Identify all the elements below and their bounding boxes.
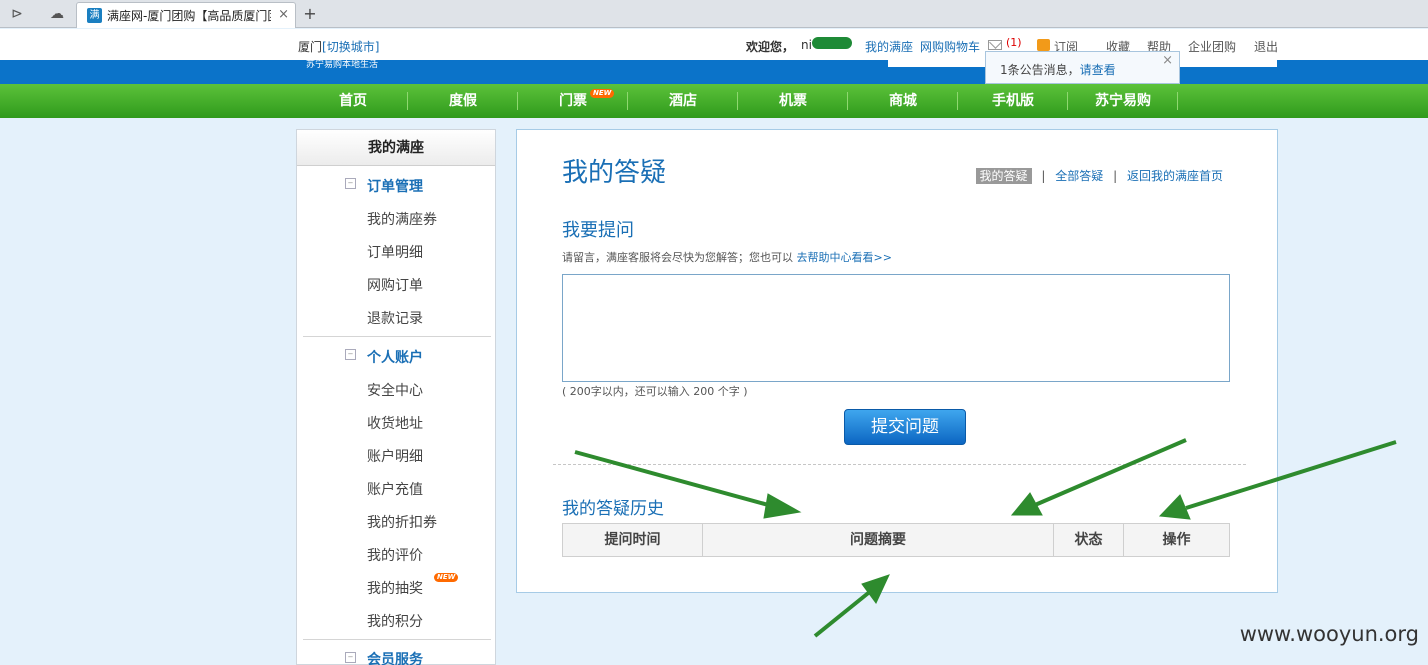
- nav-hotel[interactable]: 酒店: [628, 84, 738, 118]
- ask-section-title: 我要提问: [562, 220, 634, 241]
- char-limit-hint: ( 200字以内，还可以输入 200 个字 ): [562, 385, 748, 398]
- notice-popup: 1条公告消息，请查看 ×: [985, 51, 1180, 84]
- cloud-icon[interactable]: ☁: [46, 4, 68, 24]
- mail-icon[interactable]: [988, 40, 1002, 50]
- nav-divider: [1177, 92, 1178, 110]
- mail-count[interactable]: (1): [1006, 36, 1022, 49]
- crumb-divider: |: [1041, 169, 1046, 183]
- enterprise-link[interactable]: 企业团购: [1188, 38, 1236, 55]
- crumb-all-qa[interactable]: 全部答疑: [1055, 169, 1103, 183]
- close-tab-icon[interactable]: ×: [278, 7, 289, 23]
- current-city: 厦门[切换城市]: [298, 38, 379, 55]
- crumb-my-qa[interactable]: 我的答疑: [975, 168, 1032, 184]
- notice-view-link[interactable]: 请查看: [1080, 63, 1116, 77]
- brand-header: 苏宁易购本地生活: [0, 60, 1428, 84]
- page-title: 我的答疑: [562, 158, 667, 188]
- sidebar-item-online-orders[interactable]: 网购订单: [367, 275, 423, 295]
- sidebar-item-points[interactable]: 我的积分: [367, 611, 423, 631]
- sidebar-item-coupons[interactable]: 我的折扣券: [367, 512, 437, 532]
- collapse-icon[interactable]: −: [345, 349, 356, 360]
- history-section-title: 我的答疑历史: [562, 499, 664, 519]
- sidebar-item-recharge[interactable]: 账户充值: [367, 479, 423, 499]
- ask-description-text: 请留言，满座客服将会尽快为您解答；您也可以: [562, 251, 797, 264]
- nav-flights[interactable]: 机票: [738, 84, 848, 118]
- column-header-action: 操作: [1162, 532, 1191, 548]
- new-badge: NEW: [590, 89, 615, 98]
- sidebar-group-member[interactable]: 会员服务: [367, 649, 423, 665]
- rss-icon[interactable]: [1037, 39, 1050, 51]
- watermark: www.wooyun.org: [1239, 622, 1419, 646]
- username-redaction: [812, 37, 852, 49]
- question-input[interactable]: [562, 274, 1230, 382]
- crumb-divider: |: [1113, 169, 1118, 183]
- sidebar-item-reviews[interactable]: 我的评价: [367, 545, 423, 565]
- logout-link[interactable]: 退出: [1254, 38, 1278, 55]
- switch-city-link[interactable]: [切换城市]: [322, 40, 379, 54]
- sidebar-title: 我的满座: [297, 130, 495, 166]
- username[interactable]: ni: [801, 38, 812, 52]
- column-header-status: 状态: [1054, 524, 1124, 556]
- top-info-bar: 厦门[切换城市] 欢迎您， ni 我的满座 网购购物车 (1) 订阅 收藏 帮助…: [0, 29, 1428, 60]
- browser-tab[interactable]: 满 满座网-厦门团购【高品质厦门团购 ×: [76, 2, 296, 28]
- history-table: 提问时间 问题摘要 状态 操作: [562, 523, 1230, 557]
- account-sidebar: 我的满座 − 订单管理 我的满座券 订单明细 网购订单 退款记录 − 个人账户 …: [296, 129, 496, 665]
- tab-title: 满座网-厦门团购【高品质厦门团购: [107, 9, 271, 23]
- nav-mall[interactable]: 商城: [848, 84, 958, 118]
- sidebar-item-vouchers[interactable]: 我的满座券: [367, 209, 437, 229]
- arrow-shaft: [813, 588, 874, 638]
- welcome-text: 欢迎您，: [746, 40, 795, 54]
- sidebar-item-account-details[interactable]: 账户明细: [367, 446, 423, 466]
- sidebar-item-refunds[interactable]: 退款记录: [367, 308, 423, 328]
- column-header-time: 提问时间: [563, 524, 703, 556]
- collapse-icon[interactable]: −: [345, 652, 356, 663]
- column-header-summary: 问题摘要: [703, 524, 1054, 556]
- breadcrumb: 我的答疑 | 全部答疑 | 返回我的满座首页: [975, 167, 1223, 184]
- sidebar-item-security[interactable]: 安全中心: [367, 380, 423, 400]
- sidebar-group-orders[interactable]: 订单管理: [367, 176, 423, 196]
- notice-message: 1条公告消息，: [1000, 63, 1080, 77]
- sidebar-item-address[interactable]: 收货地址: [367, 413, 423, 433]
- sidebar-item-order-details[interactable]: 订单明细: [367, 242, 423, 262]
- city-name: 厦门: [298, 40, 323, 54]
- nav-vacation[interactable]: 度假: [408, 84, 518, 118]
- sidebar-toggle-icon[interactable]: ⊳: [6, 4, 28, 24]
- close-icon[interactable]: ×: [1162, 53, 1173, 68]
- sidebar-item-lottery[interactable]: 我的抽奖: [367, 578, 423, 598]
- new-tab-icon[interactable]: +: [300, 4, 320, 24]
- brand-subtitle: 苏宁易购本地生活: [306, 60, 379, 70]
- browser-tab-bar: ⊳ ☁ 满 满座网-厦门团购【高品质厦门团购 × +: [0, 0, 1428, 28]
- notice-text: 1条公告消息，请查看: [1000, 61, 1116, 78]
- help-center-link[interactable]: 去帮助中心看看>>: [797, 251, 892, 264]
- section-divider: [553, 464, 1246, 465]
- sidebar-divider: [303, 336, 491, 337]
- crumb-back-home[interactable]: 返回我的满座首页: [1127, 169, 1223, 183]
- new-badge: NEW: [434, 573, 459, 582]
- sidebar-group-account[interactable]: 个人账户: [367, 347, 423, 367]
- submit-question-button[interactable]: 提交问题: [844, 409, 966, 445]
- main-nav: 首页 度假 门票 NEW 酒店 机票 商城 手机版 苏宁易购: [0, 84, 1428, 118]
- nav-home[interactable]: 首页: [298, 84, 408, 118]
- sidebar-divider: [303, 639, 491, 640]
- nav-mobile[interactable]: 手机版: [958, 84, 1068, 118]
- collapse-icon[interactable]: −: [345, 178, 356, 189]
- nav-suning[interactable]: 苏宁易购: [1068, 84, 1178, 118]
- qa-panel: 我的答疑 我的答疑 | 全部答疑 | 返回我的满座首页 我要提问 请留言，满座客…: [516, 129, 1278, 593]
- ask-description: 请留言，满座客服将会尽快为您解答；您也可以 去帮助中心看看>>: [562, 249, 892, 265]
- cart-link[interactable]: 网购购物车: [920, 38, 980, 55]
- my-manzuo-link[interactable]: 我的满座: [865, 38, 913, 55]
- site-favicon-icon: 满: [87, 8, 102, 23]
